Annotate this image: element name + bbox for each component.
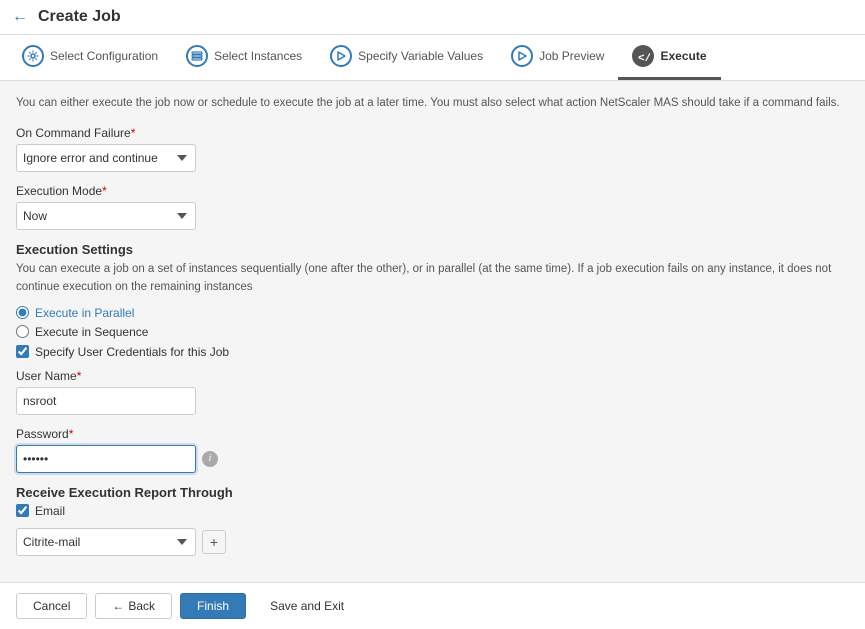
email-checkbox[interactable]: [16, 504, 29, 517]
tab-select-configuration-label: Select Configuration: [50, 49, 158, 63]
tab-select-instances-label: Select Instances: [214, 49, 302, 63]
specify-variable-icon: [330, 45, 352, 67]
password-label: Password*: [16, 427, 849, 441]
specify-credentials-label: Specify User Credentials for this Job: [35, 345, 229, 359]
execution-mode-label: Execution Mode*: [16, 184, 849, 198]
main-content: You can either execute the job now or sc…: [0, 81, 865, 582]
password-input[interactable]: [16, 445, 196, 473]
tab-job-preview[interactable]: Job Preview: [497, 35, 618, 80]
tab-execute-label: Execute: [660, 49, 706, 63]
radio-execute-sequence[interactable]: Execute in Sequence: [16, 325, 849, 339]
radio-execute-parallel[interactable]: Execute in Parallel: [16, 306, 849, 320]
on-command-failure-group: On Command Failure* Ignore error and con…: [16, 126, 849, 172]
username-group: User Name*: [16, 369, 849, 415]
info-text: You can either execute the job now or sc…: [16, 95, 849, 112]
email-checkbox-group[interactable]: Email: [16, 504, 849, 518]
save-exit-button[interactable]: Save and Exit: [254, 594, 360, 618]
report-section: Receive Execution Report Through Email C…: [16, 485, 849, 556]
on-command-failure-select[interactable]: Ignore error and continue Stop on error: [16, 144, 196, 172]
execution-parallel-option: Execute in Parallel Execute in Sequence: [16, 306, 849, 339]
back-arrow-icon: ←: [112, 599, 124, 613]
page-title: Create Job: [38, 8, 121, 26]
password-group: Password* i: [16, 427, 849, 473]
execute-sequence-label: Execute in Sequence: [35, 325, 148, 339]
footer: Cancel ← Back Finish Save and Exit: [0, 582, 865, 629]
select-instances-icon: [186, 45, 208, 67]
back-button[interactable]: ← Back: [95, 593, 172, 619]
execution-mode-select[interactable]: Now Schedule: [16, 202, 196, 230]
tab-job-preview-label: Job Preview: [539, 49, 604, 63]
username-label: User Name*: [16, 369, 849, 383]
password-info-icon[interactable]: i: [202, 451, 218, 467]
tab-select-configuration[interactable]: Select Configuration: [8, 35, 172, 80]
specify-credentials-checkbox[interactable]: [16, 345, 29, 358]
execute-parallel-label: Execute in Parallel: [35, 306, 134, 320]
tab-select-instances[interactable]: Select Instances: [172, 35, 316, 80]
execute-sequence-radio[interactable]: [16, 325, 29, 338]
tab-specify-variable-label: Specify Variable Values: [358, 49, 483, 63]
email-select-row: Citrite-mail Other +: [16, 528, 849, 556]
execute-icon: </>: [632, 45, 654, 67]
report-section-title: Receive Execution Report Through: [16, 485, 849, 500]
back-label: Back: [128, 599, 155, 613]
job-preview-icon: [511, 45, 533, 67]
email-select[interactable]: Citrite-mail Other: [16, 528, 196, 556]
username-input[interactable]: [16, 387, 196, 415]
svg-text:</>: </>: [638, 53, 650, 63]
specify-credentials-checkbox-group[interactable]: Specify User Credentials for this Job: [16, 345, 849, 359]
page-header: ← Create Job: [0, 0, 865, 35]
on-command-failure-label: On Command Failure*: [16, 126, 849, 140]
tab-bar: Select Configuration Select Instances Sp…: [0, 35, 865, 81]
tab-execute[interactable]: </> Execute: [618, 35, 720, 80]
execute-parallel-radio[interactable]: [16, 306, 29, 319]
tab-specify-variable-values[interactable]: Specify Variable Values: [316, 35, 497, 80]
back-arrow-icon[interactable]: ←: [12, 8, 28, 26]
execution-settings-title: Execution Settings: [16, 242, 849, 257]
email-label: Email: [35, 504, 65, 518]
cancel-button[interactable]: Cancel: [16, 593, 87, 619]
add-email-button[interactable]: +: [202, 530, 226, 554]
finish-button[interactable]: Finish: [180, 593, 246, 619]
execution-settings-desc: You can execute a job on a set of instan…: [16, 261, 849, 296]
execution-settings-section: Execution Settings You can execute a job…: [16, 242, 849, 473]
select-configuration-icon: [22, 45, 44, 67]
password-input-row: i: [16, 445, 849, 473]
execution-mode-group: Execution Mode* Now Schedule: [16, 184, 849, 230]
